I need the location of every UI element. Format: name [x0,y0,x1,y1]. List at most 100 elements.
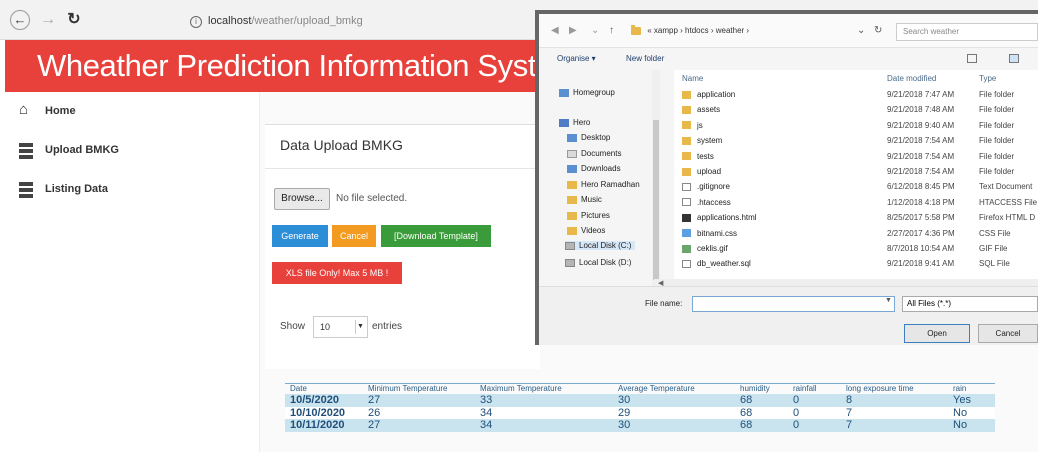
table-cell: 7 [846,406,853,419]
nav-item-label: Downloads [581,164,621,173]
file-list-item[interactable]: upload 9/21/2018 7:54 AM File folder [674,165,1038,180]
nav-item-hero-ramadhan[interactable]: Hero Ramadhan [567,180,640,189]
sidebar-item-home[interactable]: Home [19,101,76,121]
nav-item-local-disk-c[interactable]: Local Disk (C:) [565,241,636,250]
chevron-down-icon[interactable]: ⌄ [591,25,599,36]
nav-item-hero[interactable]: Hero [559,118,590,127]
column-header[interactable]: rain [953,384,966,393]
file-date: 9/21/2018 7:47 AM [887,90,955,99]
sidebar: Home Upload BMKG Listing Data [5,92,260,452]
file-list-item[interactable]: db_weather.sql 9/21/2018 9:41 AM SQL File [674,257,1038,272]
folder-icon [682,167,691,176]
videos-icon [567,226,577,235]
breadcrumb-item[interactable]: « xampp [647,26,678,35]
chevron-down-icon[interactable]: ▼ [885,297,892,304]
chevron-down-icon[interactable]: ▼ [355,320,365,334]
browse-button[interactable]: Browse... [274,188,330,210]
column-header[interactable]: humidity [740,384,770,393]
breadcrumb-item[interactable]: weather [716,26,744,35]
table-cell: 30 [618,394,631,406]
breadcrumb-item[interactable]: htdocs [685,26,709,35]
folder-icon [682,105,691,114]
open-button[interactable]: Open [904,324,970,343]
file-list-item[interactable]: bitnami.css 2/27/2017 4:36 PM CSS File [674,227,1038,242]
column-header[interactable]: long exposure time [846,384,914,393]
view-options-icon[interactable] [967,54,977,63]
file-type: GIF File [979,244,1008,253]
scrollbar-thumb[interactable] [653,120,659,280]
dialog-search-input[interactable]: Search weather [896,23,1038,41]
forward-icon[interactable]: ▶ [569,25,577,36]
nav-item-homegroup[interactable]: Homegroup [559,88,615,97]
dialog-cancel-button[interactable]: Cancel [978,324,1038,343]
reload-icon[interactable]: ↻ [64,10,84,30]
new-folder-button[interactable]: New folder [626,54,664,63]
generate-button[interactable]: Generate [272,225,328,247]
file-list-item[interactable]: .htaccess 1/12/2018 4:18 PM HTACCESS File [674,196,1038,211]
column-header[interactable]: Average Temperature [618,384,695,393]
column-header[interactable]: rainfall [793,384,817,393]
dialog-breadcrumb[interactable]: « xampp › htdocs › weather › [631,22,886,40]
file-list-item[interactable]: assets 9/21/2018 7:48 AM File folder [674,103,1038,118]
back-icon[interactable]: ◀ [551,25,559,36]
up-arrow-icon[interactable]: ↑ [609,25,614,36]
file-list-item[interactable]: js 9/21/2018 9:40 AM File folder [674,119,1038,134]
file-list-item[interactable]: .gitignore 6/12/2018 8:45 PM Text Document [674,180,1038,195]
sidebar-item-label: Home [45,105,76,117]
sidebar-item-listing-data[interactable]: Listing Data [19,179,108,199]
preview-pane-icon[interactable] [1009,54,1019,63]
file-type: File folder [979,90,1015,99]
nav-item-local-disk-d[interactable]: Local Disk (D:) [565,258,631,267]
download-template-button[interactable]: [Download Template] [381,225,491,247]
file-name-input[interactable] [692,296,895,312]
forward-icon[interactable]: → [38,10,58,30]
column-header-name[interactable]: Name [682,74,703,83]
column-header-date[interactable]: Date modified [887,74,936,83]
nav-item-music[interactable]: Music [567,195,602,204]
folder-icon [631,24,641,35]
organise-menu[interactable]: Organise ▾ [557,54,596,63]
nav-pane-scrollbar[interactable] [652,70,660,288]
nav-item-label: Homegroup [573,88,615,97]
file-list-item[interactable]: system 9/21/2018 7:54 AM File folder [674,134,1038,149]
file-type: Text Document [979,182,1033,192]
file-list-item[interactable]: application 9/21/2018 7:47 AM File folder [674,88,1038,103]
nav-item-videos[interactable]: Videos [567,226,605,235]
column-header-type[interactable]: Type [979,74,996,83]
file-list-item[interactable]: ceklis.gif 8/7/2018 10:54 AM GIF File [674,242,1038,257]
file-name: db_weather.sql [682,259,751,268]
column-header[interactable]: Minimum Temperature [368,384,447,393]
file-list-item[interactable]: applications.html 8/25/2017 5:58 PM Firefo… [674,211,1038,226]
chevron-down-icon[interactable]: ⌄ [857,25,865,36]
file-list-item[interactable]: tests 9/21/2018 7:54 AM File folder [674,150,1038,165]
page-size-select[interactable]: 10 ▼ [313,316,368,338]
table-cell: 8 [846,394,853,406]
file-icon [682,182,691,191]
folder-icon [682,121,691,130]
address-bar[interactable]: i localhost/weather/upload_bmkg [190,11,535,31]
file-type: File folder [979,105,1015,115]
refresh-icon[interactable]: ↻ [874,25,882,36]
nav-item-documents[interactable]: Documents [567,149,621,158]
nav-item-downloads[interactable]: Downloads [567,164,621,173]
address-host: localhost [208,15,252,27]
nav-item-desktop[interactable]: Desktop [567,133,610,142]
weather-table: Date Minimum Temperature Maximum Tempera… [285,383,995,432]
file-type: Firefox HTML D [979,213,1036,223]
nav-item-pictures[interactable]: Pictures [567,211,610,220]
dialog-address-bar: ◀ ▶ ⌄ ↑ « xampp › htdocs › weather › ⌄ ↻… [539,14,1038,48]
app-header: Wheather Prediction Information System [5,40,579,92]
sidebar-item-upload-bmkg[interactable]: Upload BMKG [19,140,119,160]
table-cell: 34 [480,419,493,431]
file-type-filter[interactable]: All Files (*.*) [902,296,1038,312]
folder-icon [682,90,691,99]
back-icon[interactable]: ← [10,10,30,30]
column-header[interactable]: Date [290,384,307,393]
file-date: 9/21/2018 9:40 AM [887,120,955,130]
drive-icon [565,258,575,267]
file-icon [682,198,691,207]
cancel-button[interactable]: Cancel [332,225,376,247]
column-header[interactable]: Maximum Temperature [480,384,562,393]
table-cell: 34 [480,406,493,419]
info-icon[interactable]: i [190,16,202,28]
